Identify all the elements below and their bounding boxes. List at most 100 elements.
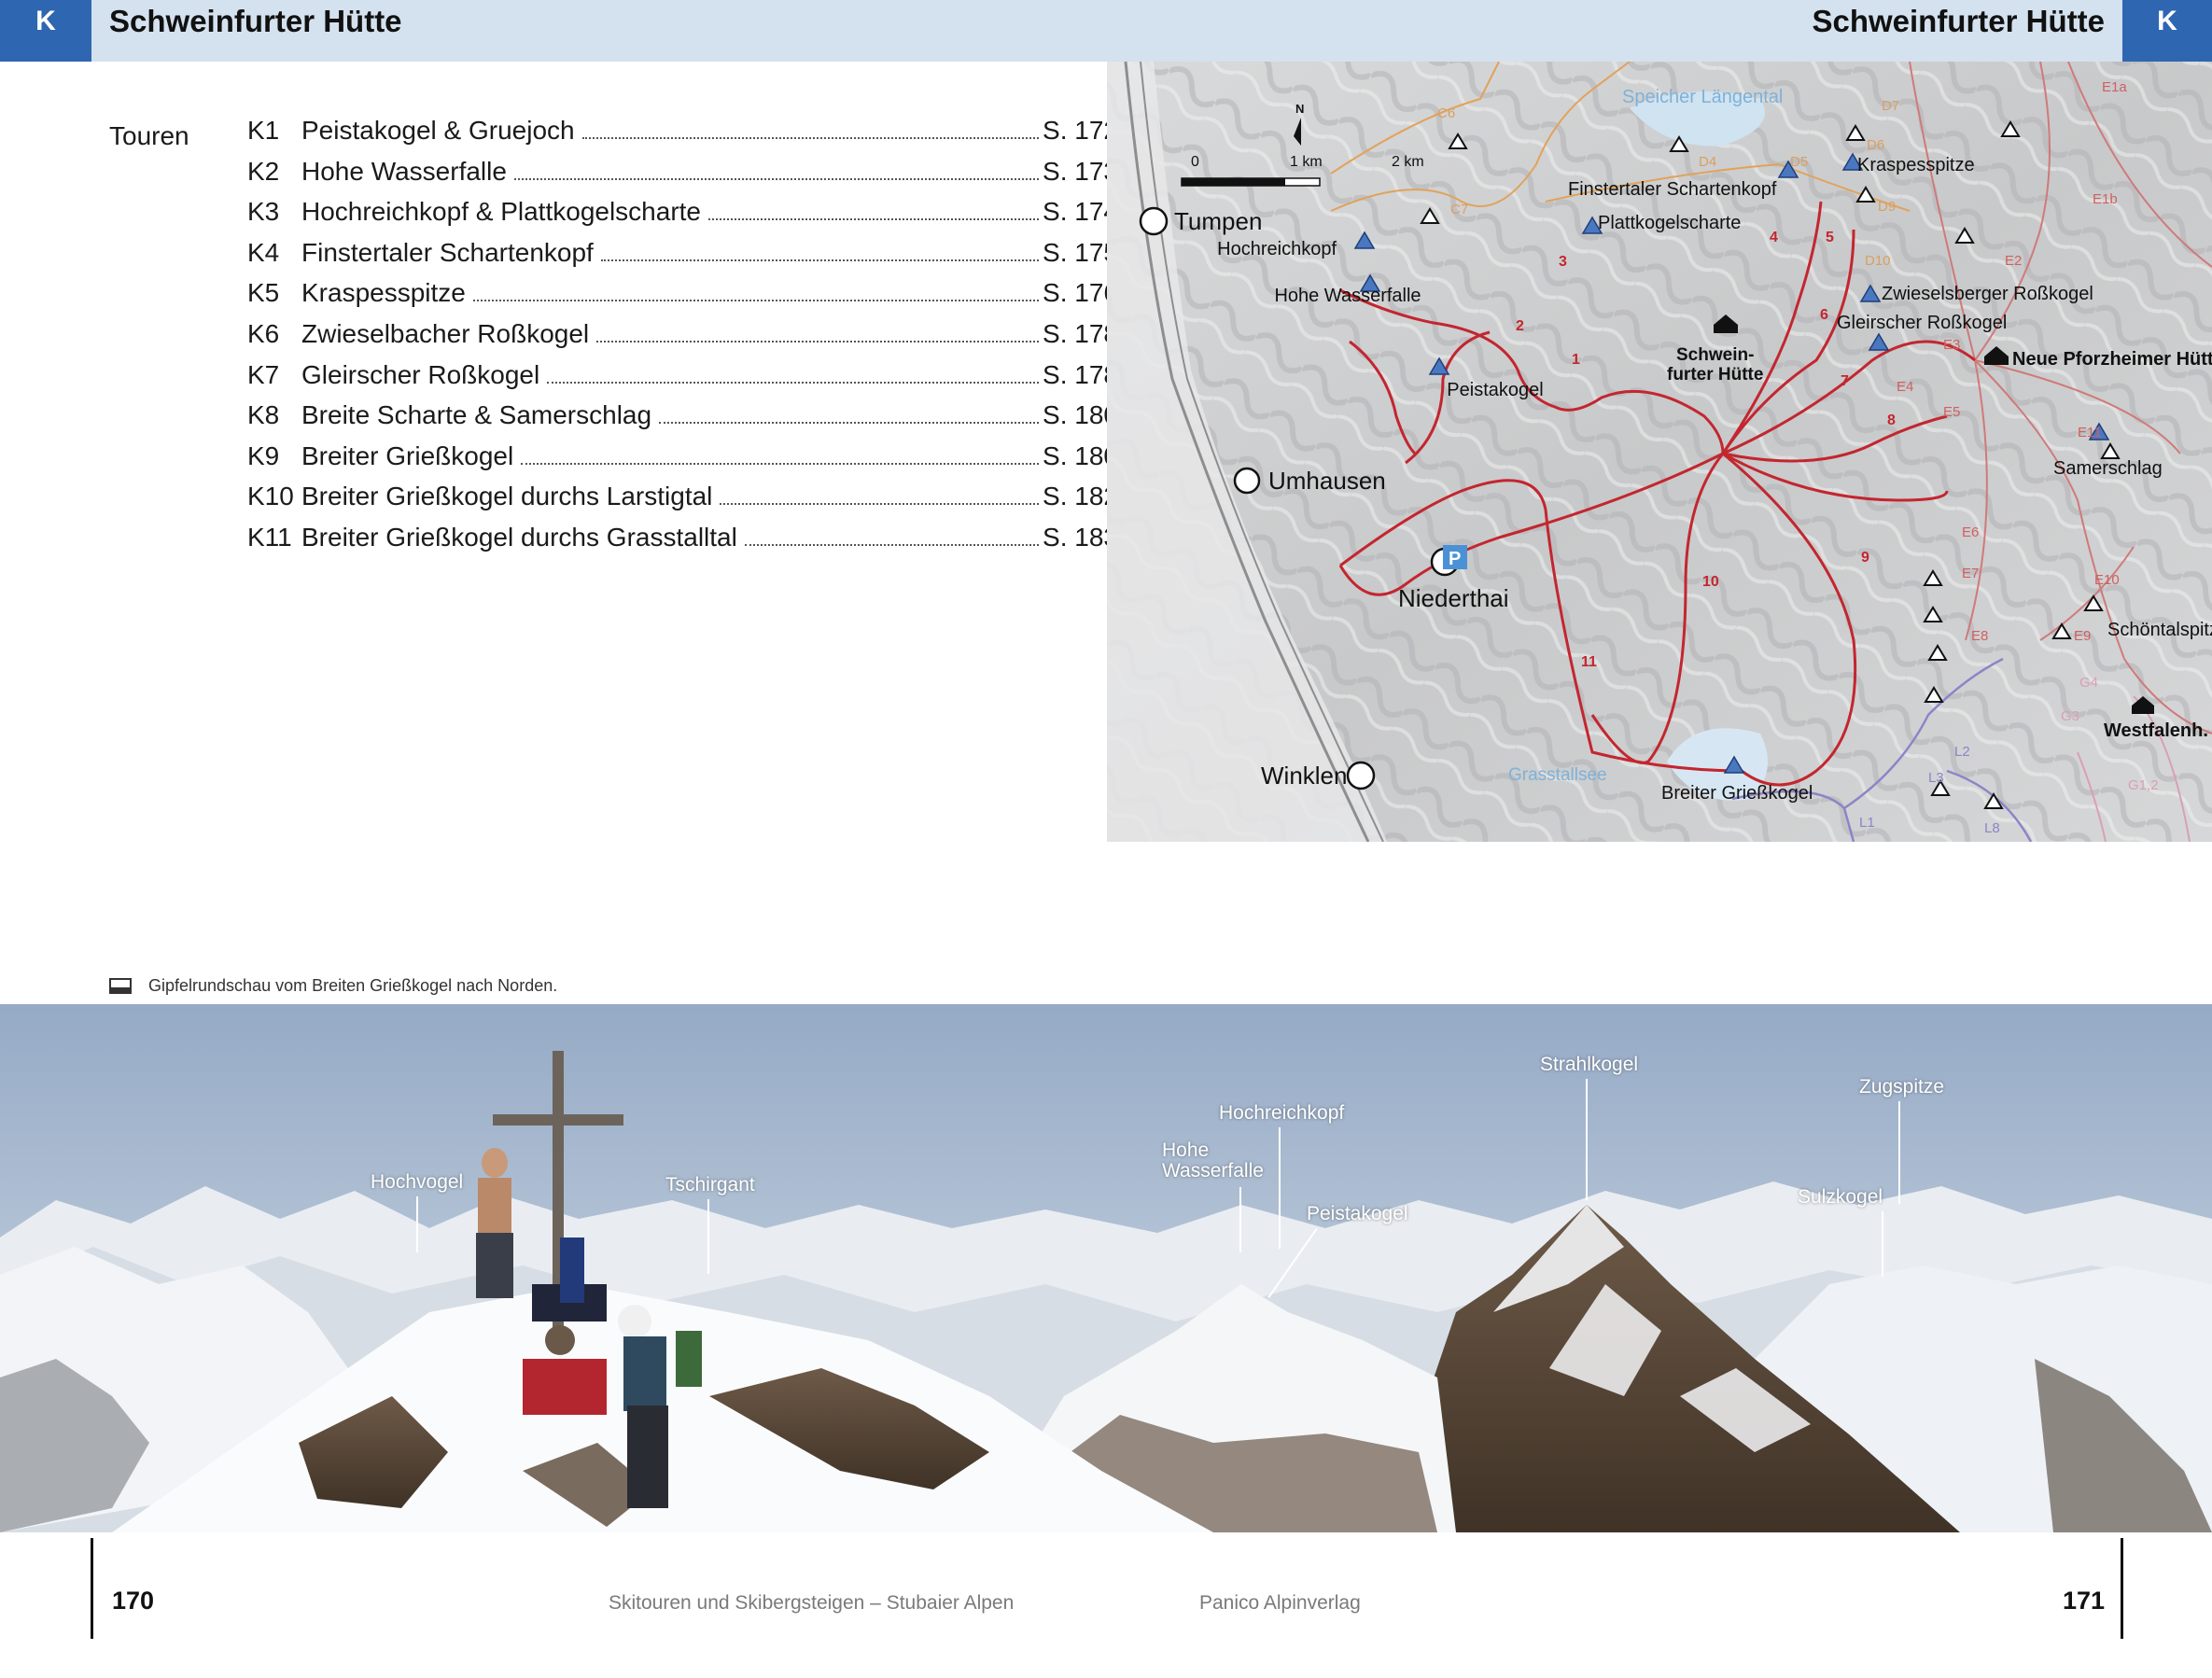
pointer-line [1586,1079,1588,1200]
svg-text:8: 8 [1887,413,1896,428]
svg-text:E9: E9 [2074,628,2091,644]
svg-text:7: 7 [1841,373,1849,389]
tour-title: Kraspesspitze [301,278,466,308]
peak-zwieselsberger: Zwieselsberger Roßkogel [1882,284,2093,304]
town-niederthai: Niederthai [1398,584,1509,612]
svg-text:2: 2 [1516,318,1524,334]
scale-1km: 1 km [1290,154,1323,170]
camera-icon [109,978,132,994]
leader-dots [521,462,1040,465]
svg-text:E8: E8 [1971,628,1988,644]
label-zugspitze: Zugspitze [1859,1076,1945,1098]
pointer-line [416,1196,418,1252]
leader-dots [744,544,1040,546]
footer-book-title: Skitouren und Skibergsteigen – Stubaier … [609,1592,1015,1614]
north-arrow-label: N [1295,102,1304,116]
tour-code: K3 [247,197,280,227]
svg-text:C6: C6 [1437,105,1455,121]
tour-code: K11 [247,523,292,552]
tour-title: Gleirscher Roßkogel [301,359,540,389]
svg-text:1: 1 [1572,352,1580,368]
summit-panorama-photo: Hochvogel Tschirgant Hohe Wasserfalle Ho… [0,1004,2212,1532]
svg-text:D10: D10 [1865,253,1891,269]
svg-text:L2: L2 [1954,744,1970,760]
tour-code: K4 [247,237,280,267]
pointer-line [1898,1101,1900,1204]
svg-text:D5: D5 [1790,154,1808,170]
tour-title: Breiter Grießkogel [301,440,514,470]
tour-title: Breiter Grießkogel durchs Larstigtal [301,482,713,511]
svg-text:E4: E4 [1897,379,1913,395]
svg-text:G4: G4 [2079,675,2098,691]
tour-code: K8 [247,400,280,430]
peak-kraspesspitze: Kraspesspitze [1857,155,1975,175]
svg-text:3: 3 [1559,254,1567,270]
leader-dots [708,218,1040,221]
svg-text:E6: E6 [1962,524,1979,540]
svg-text:D6: D6 [1867,137,1884,153]
hut-westfalenh: Westfalenh. [2104,720,2208,741]
leader-dots [720,503,1040,506]
svg-text:C7: C7 [1450,202,1468,217]
pointer-line [1279,1127,1281,1249]
footer-publisher: Panico Alpinverlag [1199,1592,1361,1614]
town-winklen: Winklen [1261,762,1347,790]
tour-title: Hohe Wasserfalle [301,156,507,186]
peak-peistakogel: Peistakogel [1447,380,1543,400]
svg-text:L1: L1 [1859,815,1875,831]
photo-caption: Gipfelrundschau vom Breiten Grießkogel n… [109,976,557,996]
peak-breiter-griesskogel: Breiter Grießkogel [1661,783,1813,804]
chapter-tab-left: K [0,0,91,62]
svg-text:L3: L3 [1928,770,1944,786]
water-grasstallsee: Grasstallsee [1508,765,1607,785]
tour-list-item: K4 Finstertaler Schartenkopf S. 175 [247,238,1118,275]
pointer-line [1882,1211,1883,1277]
photo-caption-text: Gipfelrundschau vom Breiten Grießkogel n… [148,976,558,995]
tour-list-item: K8 Breite Scharte & Samerschlag S. 180 [247,400,1118,438]
label-sulzkogel: Sulzkogel [1798,1186,1883,1208]
label-hochvogel: Hochvogel [371,1171,464,1193]
pointer-line [1239,1187,1241,1252]
label-tschirgant: Tschirgant [665,1174,755,1196]
tour-code: K2 [247,156,280,186]
footer-rule-left [91,1538,93,1639]
tour-list-item: K2 Hohe Wasserfalle S. 173 [247,157,1118,194]
pointer-line [707,1199,709,1274]
chapter-title-left: Schweinfurter Hütte [109,4,402,38]
tour-code: K9 [247,440,280,470]
page-number-right: 171 [2063,1587,2106,1615]
scale-2km: 2 km [1392,154,1424,170]
tour-code: K1 [247,116,280,145]
chapter-tab-right: K [2122,0,2212,62]
svg-text:G1,2: G1,2 [2128,777,2159,793]
hut-pforzheimer: Neue Pforzheimer Hütte [2012,349,2212,370]
label-hohe-wasserfalle-line2: Wasserfalle [1162,1160,1264,1182]
label-hochreichkopf: Hochreichkopf [1219,1102,1345,1124]
parking-label: P [1449,549,1461,569]
tour-list-item: K1 Peistakogel & Gruejoch S. 172 [247,116,1118,153]
tour-list-item: K11 Breiter Grießkogel durchs Grasstallta… [247,523,1118,560]
tour-list-item: K3 Hochreichkopf & Plattkogelscharte S. 17… [247,197,1118,234]
hut-schweinfurter-line2: furter Hütte [1667,365,1763,385]
label-hohe-wasserfalle-line1: Hohe [1162,1140,1210,1161]
tour-code: K7 [247,359,280,389]
leader-dots [596,341,1040,343]
scale-zero: 0 [1191,154,1199,170]
leader-dots [547,381,1040,384]
town-tumpen: Tumpen [1174,207,1262,235]
peak-plattkogelscharte: Plattkogelscharte [1598,213,1741,233]
peak-finstertaler: Finstertaler Schartenkopf [1568,179,1777,200]
route-map: 0 1 km 2 km N Speicher Längental Grassta… [1107,62,2212,842]
footer-rule-right [2121,1538,2123,1639]
tour-list-item: K6 Zwieselbacher Roßkogel S. 178 [247,319,1118,357]
peak-hochreichkopf: Hochreichkopf [1217,239,1337,259]
hut-schweinfurter-line1: Schwein- [1676,345,1754,365]
leader-dots [513,177,1040,180]
svg-text:D9: D9 [1878,199,1896,215]
tour-list-item: K7 Gleirscher Roßkogel S. 178 [247,360,1118,398]
tour-title: Hochreichkopf & Plattkogelscharte [301,197,701,227]
tour-list-item: K10 Breiter Grießkogel durchs Larstigtal S… [247,482,1118,519]
label-peistakogel: Peistakogel [1307,1203,1408,1224]
svg-text:E5: E5 [1943,404,1960,420]
tour-list-item: K9 Breiter Grießkogel S. 180 [247,441,1118,479]
